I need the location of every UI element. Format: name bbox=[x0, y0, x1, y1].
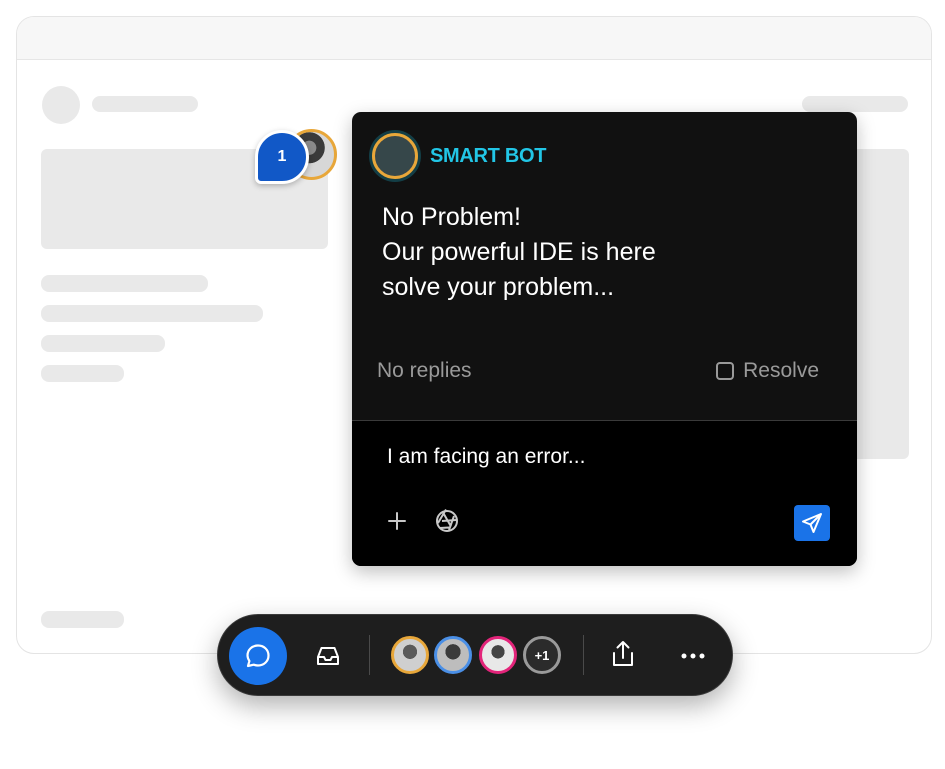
participant-avatar[interactable] bbox=[479, 636, 517, 674]
chat-button[interactable] bbox=[229, 627, 287, 685]
dock-divider bbox=[583, 635, 584, 675]
aperture-icon[interactable] bbox=[433, 507, 461, 535]
message-line: Our powerful IDE is here bbox=[382, 238, 656, 266]
skeleton-line bbox=[92, 96, 198, 112]
more-icon bbox=[681, 653, 705, 659]
skeleton-avatar bbox=[42, 86, 80, 124]
resolve-label: Resolve bbox=[743, 359, 819, 382]
page-top-bar bbox=[17, 17, 931, 60]
skeleton-line bbox=[41, 305, 263, 322]
send-icon bbox=[802, 513, 822, 533]
message-line: solve your problem... bbox=[382, 273, 615, 301]
message-line: No Problem! bbox=[382, 203, 521, 231]
share-button[interactable] bbox=[606, 637, 640, 671]
thread-meta-row: No replies Resolve bbox=[377, 356, 819, 386]
reply-composer: I am facing an error... bbox=[352, 420, 857, 566]
send-button[interactable] bbox=[794, 505, 830, 541]
chat-bubble-icon bbox=[246, 644, 270, 668]
skeleton-line bbox=[802, 96, 908, 112]
resolve-checkbox-icon[interactable] bbox=[716, 362, 735, 380]
collaboration-dock: +1 bbox=[217, 614, 733, 696]
bot-message: No Problem! Our powerful IDE is here sol… bbox=[382, 200, 782, 305]
reply-input[interactable]: I am facing an error... bbox=[387, 445, 585, 469]
skeleton-line bbox=[41, 275, 208, 292]
bot-name: SMART BOT bbox=[430, 144, 547, 167]
inbox-button[interactable] bbox=[311, 639, 345, 673]
skeleton-line bbox=[41, 365, 124, 382]
inbox-icon bbox=[317, 647, 339, 665]
bot-header: SMART BOT bbox=[372, 132, 546, 180]
participant-avatar[interactable] bbox=[391, 636, 429, 674]
stage: 1 SMART BOT No Problem! Our powerful IDE… bbox=[0, 0, 945, 769]
replies-count-text: No replies bbox=[377, 359, 472, 382]
resolve-button[interactable]: Resolve bbox=[716, 359, 819, 383]
comment-count-badge[interactable]: 1 bbox=[255, 130, 309, 184]
skeleton-line bbox=[41, 611, 124, 628]
participant-avatar[interactable] bbox=[434, 636, 472, 674]
comment-pin[interactable]: 1 bbox=[255, 128, 337, 186]
more-options-button[interactable] bbox=[676, 639, 710, 673]
dock-divider bbox=[369, 635, 370, 675]
skeleton-line bbox=[41, 335, 165, 352]
plus-icon[interactable] bbox=[383, 507, 411, 535]
share-icon bbox=[613, 641, 633, 666]
comment-thread-popup: SMART BOT No Problem! Our powerful IDE i… bbox=[352, 112, 857, 566]
bot-avatar bbox=[372, 133, 418, 179]
more-participants-badge[interactable]: +1 bbox=[523, 636, 561, 674]
